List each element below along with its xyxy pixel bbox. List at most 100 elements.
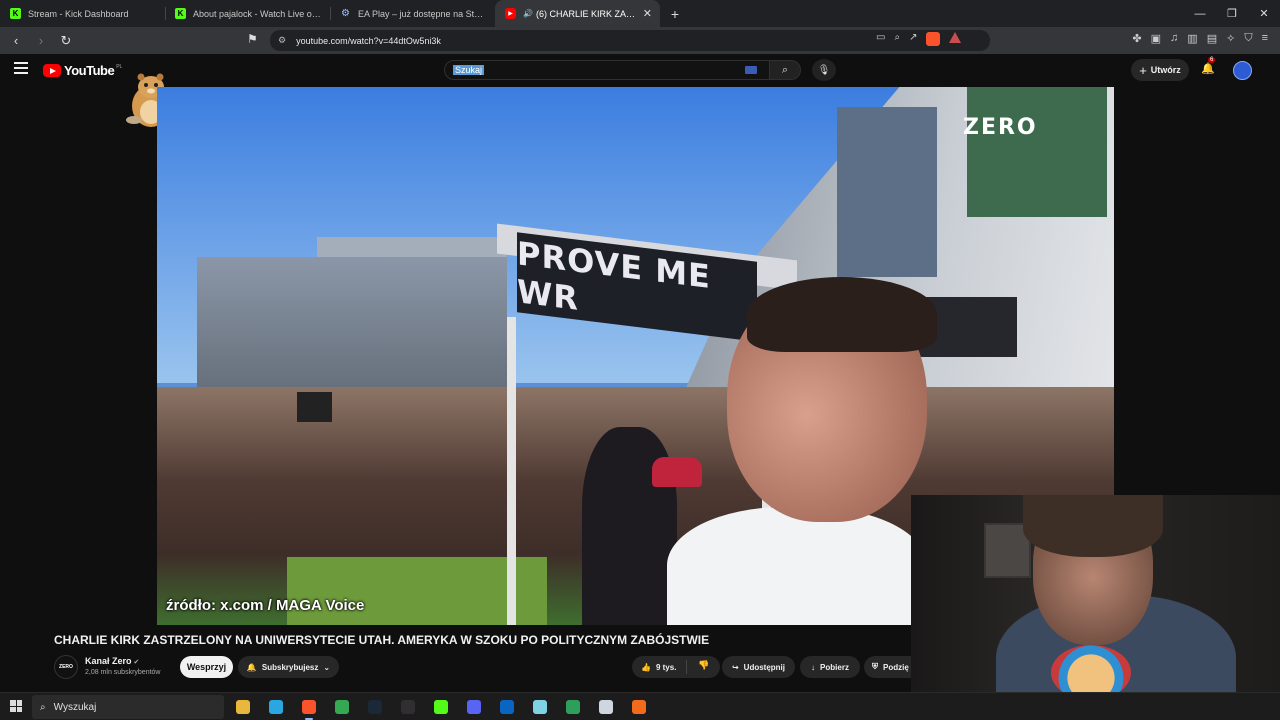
like-button[interactable]: 👍 9 tys. 👎 xyxy=(632,656,720,678)
create-button[interactable]: + Utwórz xyxy=(1131,59,1189,81)
thanks-icon: ⛨ xyxy=(872,662,878,671)
menu-icon[interactable] xyxy=(14,62,28,74)
close-window-button[interactable]: ✕ xyxy=(1248,0,1280,27)
video-building xyxy=(197,257,507,387)
divider xyxy=(686,660,687,674)
support-button[interactable]: Wesprzyj xyxy=(180,656,233,678)
app-cursor-icon[interactable] xyxy=(595,697,617,717)
minimize-button[interactable]: — xyxy=(1184,0,1216,27)
video-window xyxy=(837,107,937,277)
media-icon[interactable]: ♫ xyxy=(1170,32,1178,45)
channel-avatar[interactable]: ZERO xyxy=(54,655,78,679)
video-speaker xyxy=(297,392,332,422)
wallet-icon[interactable]: ▤ xyxy=(1207,32,1217,45)
account-avatar[interactable] xyxy=(1233,61,1252,80)
kick-icon: K xyxy=(175,8,186,19)
like-count: 9 tys. xyxy=(655,662,677,672)
steam-icon-glyph xyxy=(368,700,382,714)
subscriber-count: 2,08 mln subskrybentów xyxy=(85,669,161,676)
tab-title: About pajalock - Watch Live on Kick xyxy=(193,8,322,19)
notepad-icon-glyph xyxy=(533,700,547,714)
share-page-icon[interactable]: ↗ xyxy=(909,32,917,46)
keyboard-icon[interactable] xyxy=(745,66,757,74)
share-button[interactable]: ↪ Udostępnij xyxy=(722,656,795,678)
restore-button[interactable]: ❐ xyxy=(1216,0,1248,27)
webcam-overlay xyxy=(911,495,1280,720)
address-bar-row: ‹ › ↻ ⚑ ⚙ youtube.com/watch?v=44dtOw5ni3… xyxy=(0,27,1280,54)
back-icon[interactable]: ‹ xyxy=(6,31,26,51)
chrome-icon[interactable] xyxy=(331,697,353,717)
channel-watermark: ZERO xyxy=(963,115,1038,140)
bookmark-icon[interactable]: ⚑ xyxy=(247,32,258,46)
new-tab-button[interactable]: + xyxy=(664,0,686,27)
subscribed-button[interactable]: 🔔 Subskrybujesz ⌄ xyxy=(238,656,339,678)
search-input[interactable]: Szukaj xyxy=(444,60,770,80)
speaker-icon[interactable]: 🔊 xyxy=(523,9,533,18)
vpn-icon[interactable]: ⛉ xyxy=(1244,32,1252,45)
brave-icon-glyph xyxy=(302,700,316,714)
tab-steam[interactable]: ⚙ EA Play – już dostępne na Steam xyxy=(330,0,495,27)
voice-search-button[interactable]: 🎙 xyxy=(812,59,836,81)
video-man-hair xyxy=(747,277,937,352)
brave-rewards-icon[interactable] xyxy=(949,32,962,43)
channel-name[interactable]: Kanał Zero ✔ xyxy=(85,656,139,666)
tab-title: (6) CHARLIE KIRK ZASTRZELONY NA UNIWERSY… xyxy=(535,8,637,19)
file-explorer-icon-glyph xyxy=(236,700,250,714)
site-settings-icon[interactable]: ⚙ xyxy=(278,35,286,46)
video-person-cap xyxy=(652,457,702,487)
windows-start-icon[interactable] xyxy=(10,700,22,712)
zoom-icon[interactable]: ⌕ xyxy=(894,32,900,46)
notifications-button[interactable]: 🔔 6 xyxy=(1201,57,1216,75)
url-text: youtube.com/watch?v=44dtOw5ni3k xyxy=(296,35,441,46)
menu-icon[interactable]: ≡ xyxy=(1262,32,1268,45)
kick-icon[interactable] xyxy=(430,697,452,717)
kick-icon-glyph xyxy=(434,700,448,714)
sidebar-icon[interactable]: ▥ xyxy=(1187,32,1197,45)
edge-icon[interactable] xyxy=(265,697,287,717)
tab-kick-dashboard[interactable]: K Stream - Kick Dashboard xyxy=(0,0,165,27)
app-orange-icon[interactable] xyxy=(628,697,650,717)
thumbs-up-icon: 👍 xyxy=(641,662,651,672)
obs-icon[interactable] xyxy=(397,697,419,717)
cast-icon[interactable]: ▭ xyxy=(876,32,885,46)
app-green-icon-glyph xyxy=(566,700,580,714)
file-explorer-icon[interactable] xyxy=(232,697,254,717)
brave-icon[interactable] xyxy=(298,697,320,720)
taskbar-apps xyxy=(232,697,650,720)
tab-title: Stream - Kick Dashboard xyxy=(28,8,129,19)
source-caption: źródło: x.com / MAGA Voice xyxy=(166,597,365,614)
tab-youtube-active[interactable]: ▶ 🔊 (6) CHARLIE KIRK ZASTRZELONY NA UNIW… xyxy=(495,0,660,27)
search-button[interactable]: ⌕ xyxy=(769,60,801,80)
youtube-logo[interactable]: YouTube PL xyxy=(43,63,122,78)
brave-shields-icon[interactable] xyxy=(926,32,941,46)
edge-icon-glyph xyxy=(269,700,283,714)
youtube-play-icon xyxy=(43,64,61,77)
leo-ai-icon[interactable]: ✧ xyxy=(1226,32,1235,45)
discord-icon-glyph xyxy=(467,700,481,714)
extensions-icon[interactable]: ✤ xyxy=(1132,32,1141,45)
app-green-icon[interactable] xyxy=(562,697,584,717)
extension-toolbar: ✤ ▣ ♫ ▥ ▤ ✧ ⛉ ≡ xyxy=(1132,32,1268,45)
streamer-hair xyxy=(1023,495,1163,557)
tab-kick-about[interactable]: K About pajalock - Watch Live on Kick xyxy=(165,0,330,27)
search-icon: ⌕ xyxy=(40,701,46,713)
taskbar-search[interactable]: ⌕ Wyszukaj xyxy=(32,695,224,719)
forward-icon[interactable]: › xyxy=(31,31,51,51)
discord-icon[interactable] xyxy=(463,697,485,717)
download-button[interactable]: ↓ Pobierz xyxy=(800,656,860,678)
search-icon: ⌕ xyxy=(781,63,789,76)
app-orange-icon-glyph xyxy=(632,700,646,714)
mail-icon[interactable] xyxy=(496,697,518,717)
mail-icon-glyph xyxy=(500,700,514,714)
thumbs-down-icon[interactable]: 👎 xyxy=(698,660,709,671)
steam-icon[interactable] xyxy=(364,697,386,717)
notepad-icon[interactable] xyxy=(529,697,551,717)
video-tent-pole xyxy=(507,317,516,625)
windows-taskbar: ⌕ Wyszukaj xyxy=(0,692,1280,720)
reload-icon[interactable]: ↻ xyxy=(56,31,76,51)
close-tab-icon[interactable]: ✕ xyxy=(643,7,652,20)
screenshot-icon[interactable]: ▣ xyxy=(1151,32,1161,45)
video-man-shirt xyxy=(667,507,927,625)
search-value: Szukaj xyxy=(453,65,485,75)
youtube-icon: ▶ xyxy=(505,8,516,19)
